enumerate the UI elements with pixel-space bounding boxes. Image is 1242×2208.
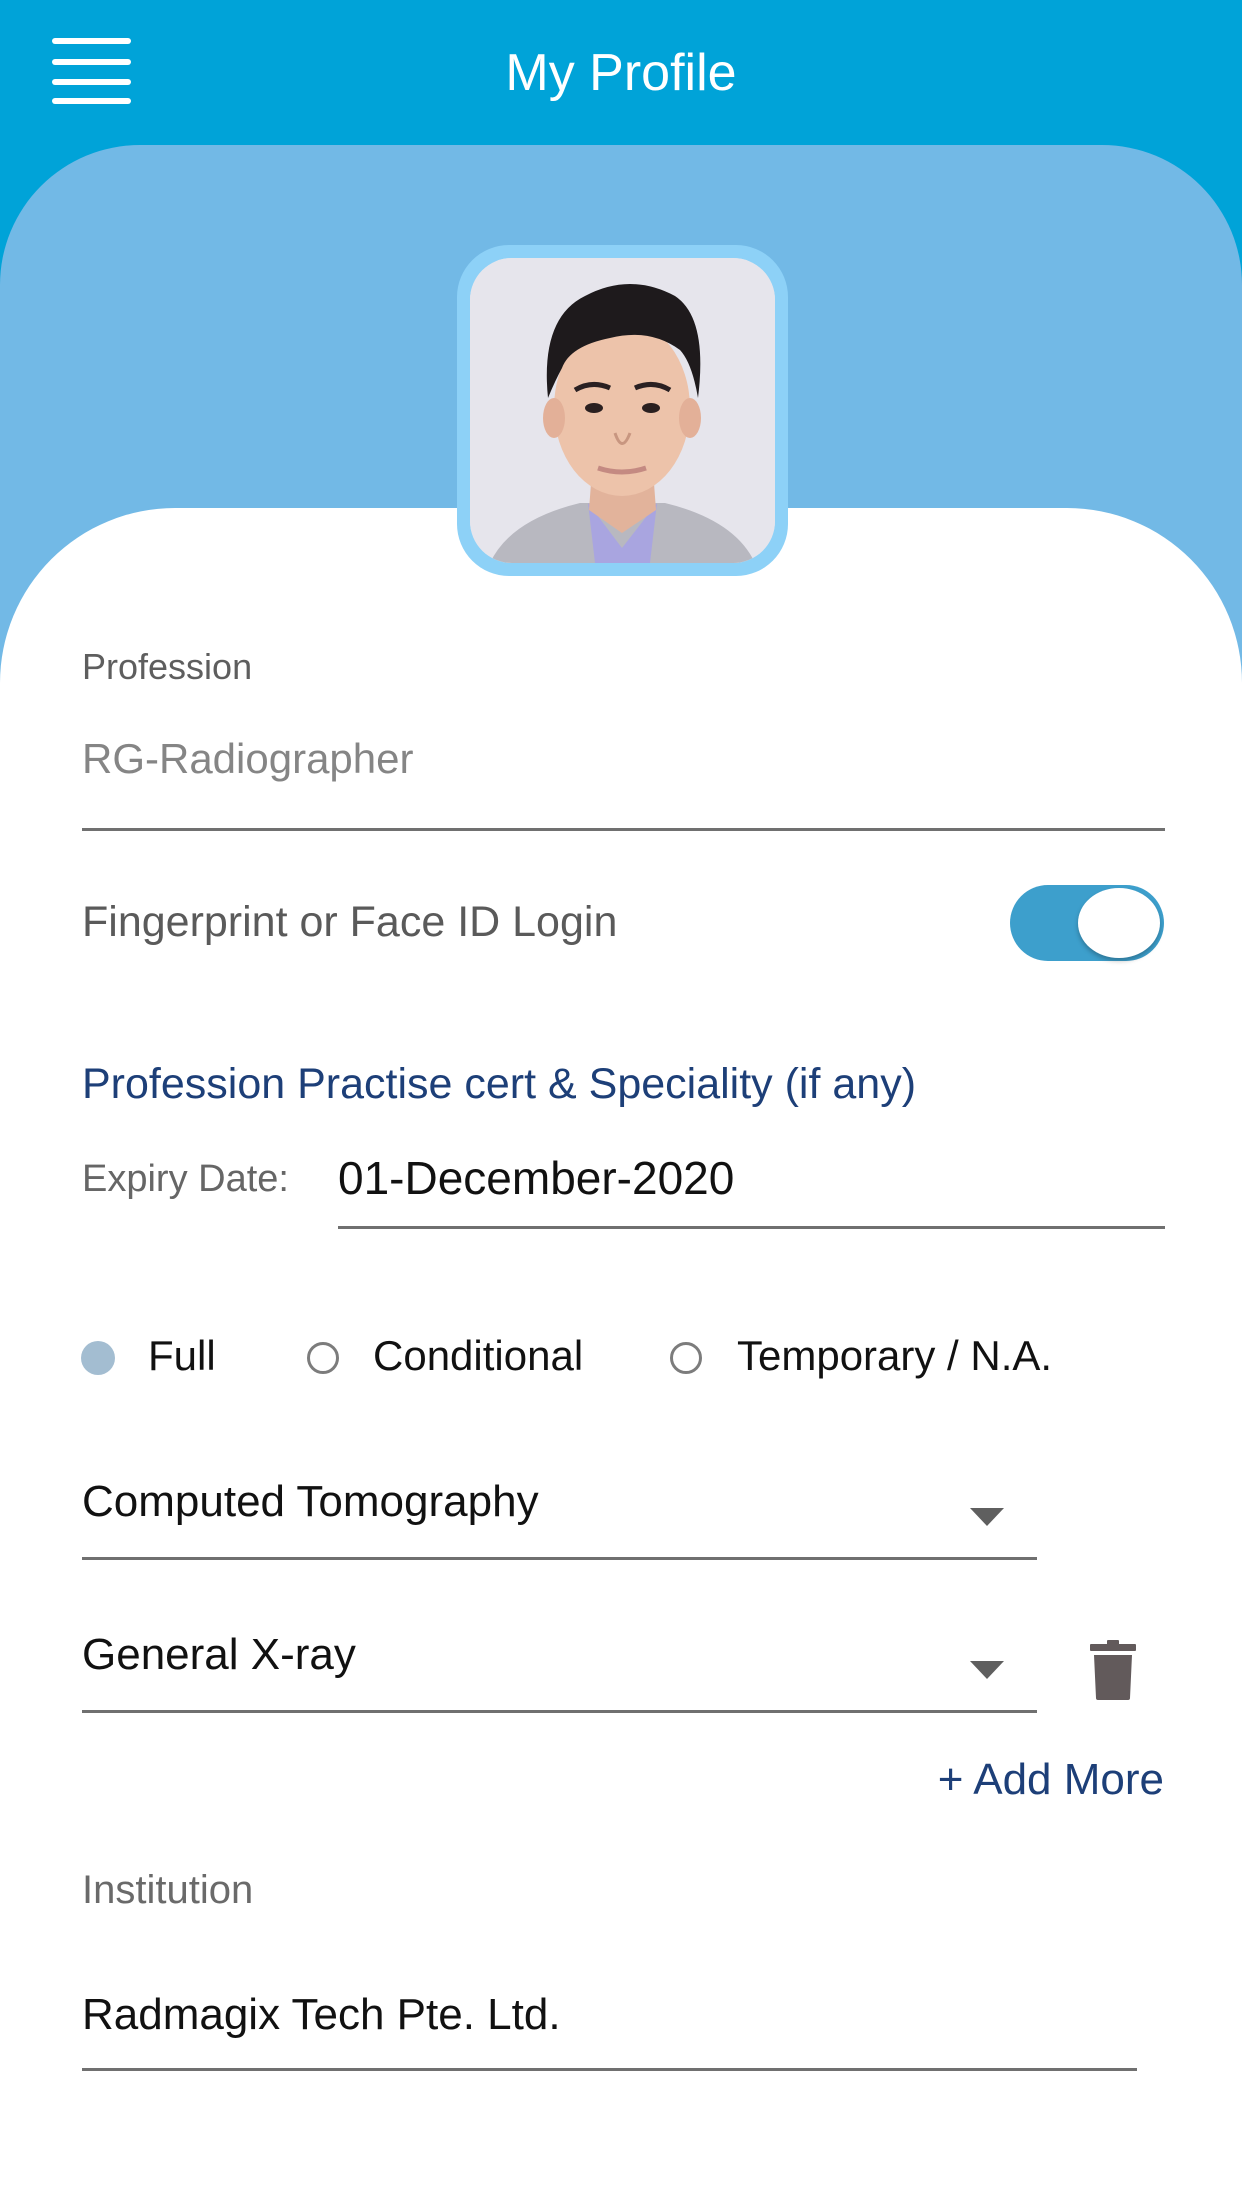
institution-label: Institution <box>82 1868 254 1912</box>
profession-field[interactable]: RG-Radiographer <box>82 735 414 783</box>
institution-underline <box>82 2068 1137 2071</box>
chevron-down-icon[interactable] <box>970 1661 1004 1679</box>
biometric-login-toggle[interactable] <box>1010 885 1164 961</box>
expiry-date-underline <box>338 1226 1165 1229</box>
speciality-dropdown-2-underline <box>82 1710 1037 1713</box>
avatar[interactable] <box>457 245 788 576</box>
add-more-button[interactable]: + Add More <box>938 1755 1164 1805</box>
expiry-date-label: Expiry Date: <box>82 1158 289 1200</box>
biometric-login-label: Fingerprint or Face ID Login <box>82 898 618 946</box>
person-portrait-icon <box>470 258 775 563</box>
avatar-photo <box>470 258 775 563</box>
radio-full-label[interactable]: Full <box>148 1332 216 1380</box>
toggle-knob <box>1078 888 1160 958</box>
radio-conditional[interactable] <box>307 1342 339 1374</box>
speciality-dropdown-2-value: General X-ray <box>82 1630 356 1679</box>
trash-icon <box>1090 1640 1136 1700</box>
speciality-dropdown-1-value: Computed Tomography <box>82 1477 539 1526</box>
profession-underline <box>82 828 1165 831</box>
chevron-down-icon[interactable] <box>970 1508 1004 1526</box>
speciality-dropdown-1-underline <box>82 1557 1037 1560</box>
expiry-date-field[interactable]: 01-December-2020 <box>338 1151 734 1205</box>
radio-temporary-label[interactable]: Temporary / N.A. <box>737 1332 1052 1380</box>
profession-label: Profession <box>82 646 253 687</box>
certification-heading: Profession Practise cert & Speciality (i… <box>82 1060 917 1108</box>
page-title: My Profile <box>505 44 737 102</box>
delete-speciality-button[interactable] <box>1090 1640 1136 1700</box>
radio-full[interactable] <box>81 1341 115 1375</box>
radio-temporary[interactable] <box>670 1342 702 1374</box>
radio-conditional-label[interactable]: Conditional <box>373 1332 583 1380</box>
institution-field[interactable]: Radmagix Tech Pte. Ltd. <box>82 1990 561 2040</box>
